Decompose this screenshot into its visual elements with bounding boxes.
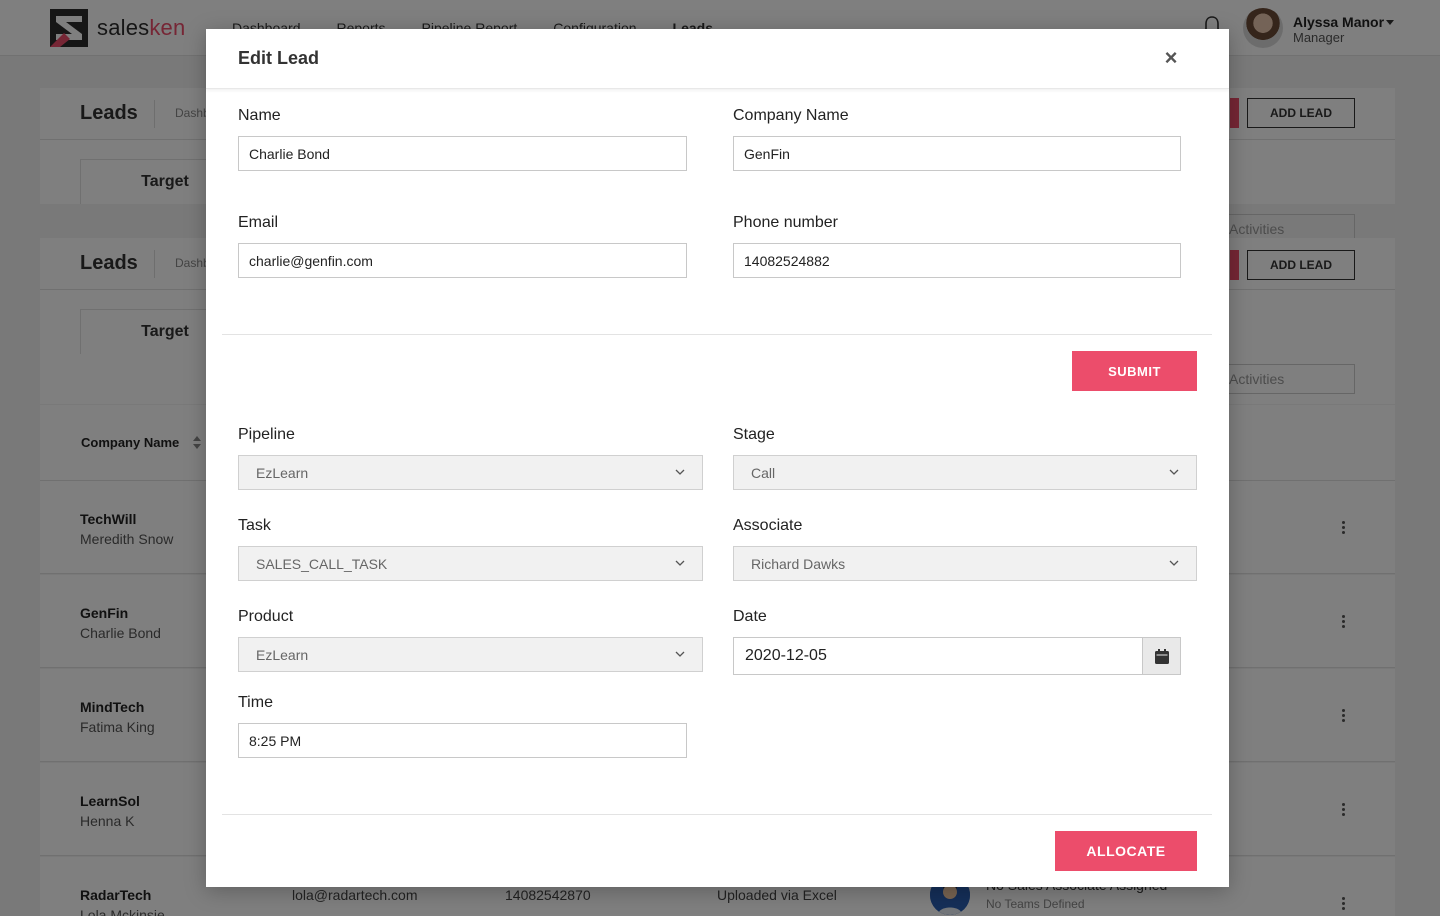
- phone-number-input[interactable]: [733, 243, 1181, 278]
- task-select[interactable]: SALES_CALL_TASK: [238, 546, 703, 581]
- section-divider: [222, 334, 1212, 335]
- stage-label: Stage: [733, 426, 775, 443]
- date-picker: [733, 637, 1181, 675]
- pipeline-value: EzLearn: [256, 464, 309, 481]
- company-name-label: Company Name: [733, 107, 849, 124]
- product-label: Product: [238, 608, 294, 625]
- chevron-down-icon: [675, 469, 685, 475]
- calendar-button[interactable]: [1142, 638, 1180, 674]
- close-icon[interactable]: ×: [1159, 45, 1183, 70]
- email-input[interactable]: [238, 243, 687, 278]
- associate-value: Richard Dawks: [751, 555, 846, 572]
- modal-title: Edit Lead: [238, 48, 320, 68]
- name-label: Name: [238, 107, 281, 124]
- associate-select[interactable]: Richard Dawks: [733, 546, 1197, 581]
- chevron-down-icon: [1169, 469, 1179, 475]
- time-input[interactable]: [238, 723, 687, 758]
- stage-select[interactable]: Call: [733, 455, 1197, 490]
- associate-label: Associate: [733, 517, 803, 534]
- date-label: Date: [733, 608, 767, 625]
- chevron-down-icon: [675, 560, 685, 566]
- submit-button[interactable]: SUBMIT: [1072, 351, 1197, 391]
- stage-value: Call: [751, 464, 776, 481]
- calendar-icon: [1154, 648, 1169, 664]
- time-label: Time: [238, 694, 273, 711]
- chevron-down-icon: [1169, 560, 1179, 566]
- company-name-input[interactable]: [733, 136, 1181, 171]
- date-input[interactable]: [734, 638, 1142, 674]
- section-divider-bottom: [222, 814, 1212, 815]
- edit-lead-modal: Edit Lead × Name Company Name Email Phon…: [206, 29, 1229, 887]
- task-label: Task: [238, 517, 271, 534]
- product-select[interactable]: EzLearn: [238, 637, 703, 672]
- chevron-down-icon: [675, 651, 685, 657]
- modal-header: Edit Lead ×: [206, 29, 1229, 89]
- pipeline-label: Pipeline: [238, 426, 295, 443]
- name-input[interactable]: [238, 136, 687, 171]
- task-value: SALES_CALL_TASK: [256, 555, 388, 572]
- product-value: EzLearn: [256, 646, 309, 663]
- allocate-button[interactable]: ALLOCATE: [1055, 831, 1197, 871]
- phone-number-label: Phone number: [733, 214, 838, 231]
- pipeline-select[interactable]: EzLearn: [238, 455, 703, 490]
- email-label: Email: [238, 214, 279, 231]
